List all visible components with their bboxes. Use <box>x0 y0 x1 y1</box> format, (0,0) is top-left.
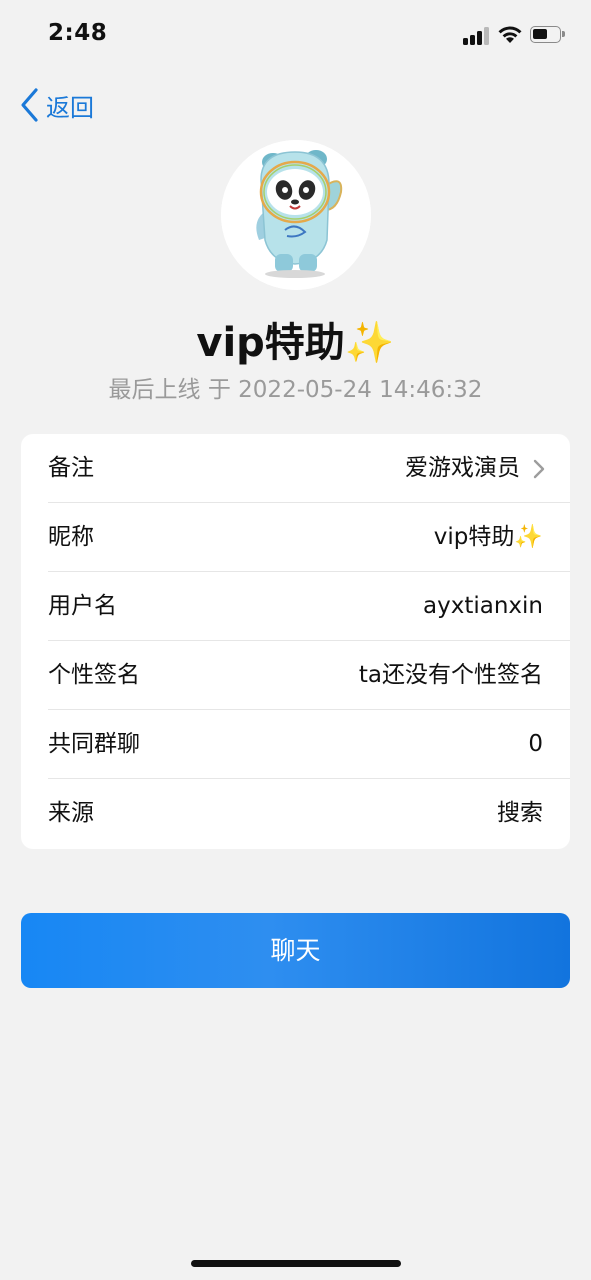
cellular-signal-icon <box>463 27 491 45</box>
row-label: 共同群聊 <box>48 731 140 757</box>
row-value: ta还没有个性签名 <box>358 662 543 688</box>
row-value: 搜索 <box>497 800 543 826</box>
row-source: 来源 搜索 <box>21 779 570 848</box>
row-common-groups[interactable]: 共同群聊 0 <box>21 710 570 779</box>
row-label: 个性签名 <box>48 662 140 688</box>
row-label: 备注 <box>48 455 94 481</box>
profile-nickname: vip特助✨ <box>196 320 395 366</box>
back-label: 返回 <box>46 93 94 122</box>
chevron-left-icon <box>21 88 38 122</box>
home-indicator[interactable] <box>191 1260 401 1267</box>
last-seen-text: 最后上线 于 2022-05-24 14:46:32 <box>108 377 483 403</box>
status-time: 2:48 <box>48 20 108 46</box>
profile-info-card: 备注 爱游戏演员 昵称 vip特助✨ 用户名 ayxtianxin 个性签名 t… <box>21 434 570 849</box>
row-value: ayxtianxin <box>423 593 543 619</box>
row-label: 昵称 <box>48 524 94 550</box>
row-username: 用户名 ayxtianxin <box>21 572 570 641</box>
panda-mascot-avatar-image <box>221 140 371 290</box>
row-remark[interactable]: 备注 爱游戏演员 <box>21 434 570 503</box>
wifi-icon <box>498 26 522 43</box>
row-label: 来源 <box>48 800 94 826</box>
status-bar: 2:48 <box>0 0 591 70</box>
battery-icon <box>530 26 565 43</box>
row-nickname: 昵称 vip特助✨ <box>21 503 570 572</box>
back-button[interactable]: 返回 <box>18 86 94 124</box>
row-signature: 个性签名 ta还没有个性签名 <box>21 641 570 710</box>
chevron-right-icon <box>533 459 545 479</box>
row-label: 用户名 <box>48 593 117 619</box>
avatar[interactable] <box>221 140 371 290</box>
row-value: 0 <box>528 731 543 757</box>
row-value: vip特助✨ <box>433 524 543 550</box>
row-value: 爱游戏演员 <box>405 455 520 481</box>
chat-button[interactable]: 聊天 <box>21 913 570 988</box>
